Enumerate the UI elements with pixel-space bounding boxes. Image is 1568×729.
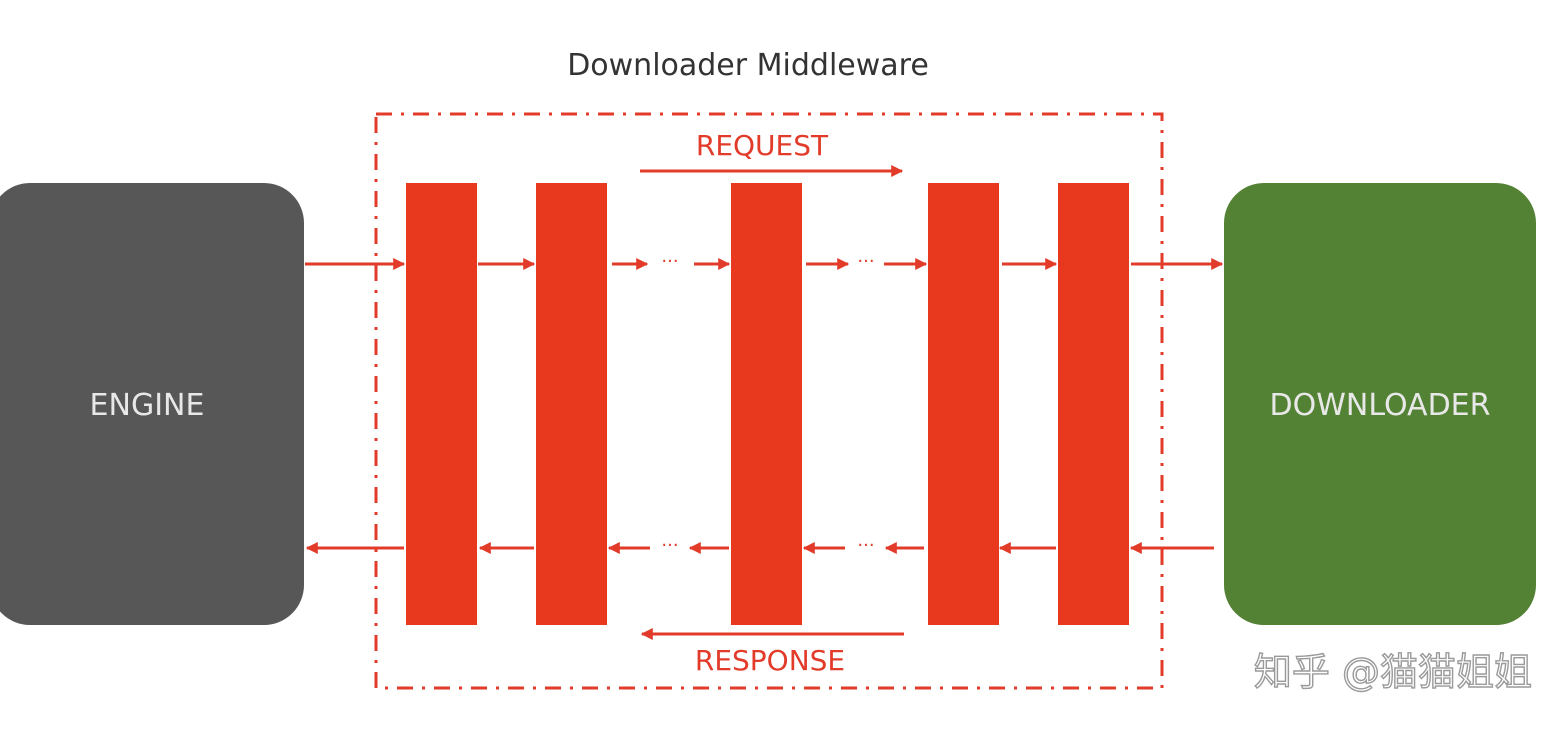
response-ellipsis-2: ··· — [857, 535, 874, 556]
downloader-label: DOWNLOADER — [1270, 388, 1491, 423]
engine-label: ENGINE — [90, 388, 205, 423]
middleware-bar-5 — [1058, 183, 1129, 625]
middleware-bar-1 — [406, 183, 477, 625]
response-label: RESPONSE — [695, 644, 845, 677]
downloader-middleware-diagram: Downloader Middleware ENGINE DOWNLOADER … — [0, 48, 1536, 695]
middleware-bar-3 — [731, 183, 802, 625]
diagram-title: Downloader Middleware — [567, 48, 929, 83]
downloader-box: DOWNLOADER — [1224, 183, 1536, 625]
request-ellipsis-1: ··· — [661, 251, 678, 272]
middleware-bar-2 — [536, 183, 607, 625]
engine-box: ENGINE — [0, 183, 304, 625]
watermark-text: 知乎 @猫猫姐姐 — [1254, 650, 1532, 694]
response-ellipsis-1: ··· — [661, 535, 678, 556]
request-ellipsis-2: ··· — [857, 251, 874, 272]
request-label: REQUEST — [696, 129, 829, 162]
middleware-bar-4 — [928, 183, 999, 625]
